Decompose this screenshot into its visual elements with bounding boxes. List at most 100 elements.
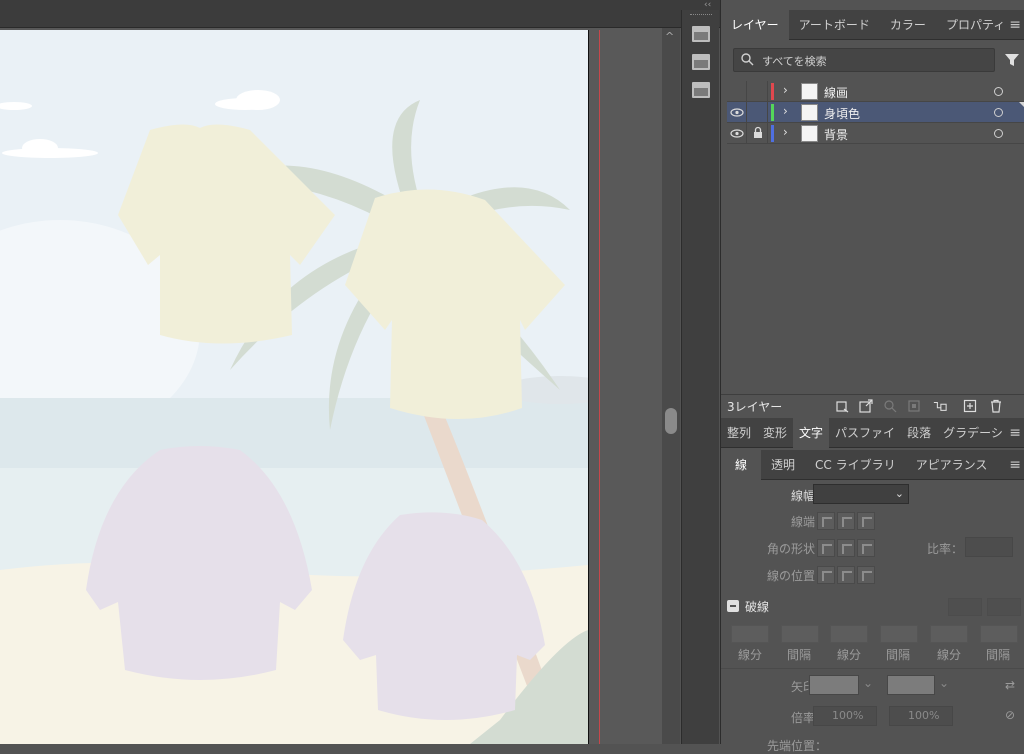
tab-transparency[interactable]: 透明: [761, 450, 805, 480]
tab-color[interactable]: カラー: [880, 10, 936, 40]
dash-label: 線分: [738, 648, 763, 662]
layer-color-swatch: [771, 83, 774, 100]
scroll-up-icon[interactable]: ^: [665, 30, 674, 43]
canvas-area[interactable]: ^: [0, 28, 680, 744]
eye-icon: [730, 129, 744, 138]
clip-mask-icon[interactable]: [907, 399, 921, 413]
align-inside-button[interactable]: [837, 566, 855, 584]
dash-input[interactable]: [830, 625, 868, 643]
limit-input[interactable]: [965, 537, 1013, 557]
target-circle-icon[interactable]: [994, 87, 1003, 96]
dash-align-button[interactable]: [987, 598, 1021, 616]
artboard-edge: [588, 30, 589, 744]
projecting-cap-button[interactable]: [857, 512, 875, 530]
gap-input[interactable]: [980, 625, 1018, 643]
gap-label: 間隔: [787, 648, 812, 662]
visibility-toggle[interactable]: [727, 123, 747, 144]
stroke-weight-input[interactable]: ⌄: [813, 484, 909, 504]
align-center-button[interactable]: [817, 566, 835, 584]
lock-icon: [754, 126, 762, 138]
layers-footer: 3レイヤー: [721, 394, 1024, 416]
dock-panel-icon[interactable]: [692, 82, 710, 98]
collapsed-panel-dock: [681, 10, 719, 744]
layer-row-body-color[interactable]: › 身頃色: [727, 102, 1024, 123]
layer-row-line-art[interactable]: › 線画: [727, 81, 1024, 102]
end-arrow-select[interactable]: [887, 675, 935, 695]
swap-arrows-icon[interactable]: ⇄: [1005, 678, 1015, 692]
dashed-label: 破線: [745, 600, 770, 614]
dash-input[interactable]: [731, 625, 769, 643]
locate-object-icon[interactable]: [883, 399, 897, 413]
layer-name[interactable]: 線画: [824, 84, 848, 101]
chevron-down-icon[interactable]: ⌄: [895, 485, 904, 503]
gap-input[interactable]: [880, 625, 918, 643]
panel-menu-icon[interactable]: ≡: [1009, 10, 1021, 40]
align-label: 線の位置：: [766, 569, 827, 583]
vertical-scrollbar[interactable]: ^: [662, 28, 680, 744]
panel-menu-icon[interactable]: ≡: [1009, 418, 1021, 448]
dock-panel-icon[interactable]: [692, 26, 710, 42]
tab-properties[interactable]: プロパティ: [936, 10, 1015, 40]
butt-cap-button[interactable]: [817, 512, 835, 530]
scrollbar-thumb[interactable]: [665, 408, 677, 434]
stroke-panel-tabs: 線 透明 CC ライブラリ アピアランス ≡: [721, 450, 1024, 480]
new-sublayer-icon[interactable]: [933, 399, 947, 413]
visibility-toggle[interactable]: [727, 81, 747, 102]
collapse-dock-icon[interactable]: ‹‹: [704, 0, 711, 10]
round-join-button[interactable]: [837, 539, 855, 557]
chevron-down-icon[interactable]: ⌄: [863, 676, 873, 690]
dashed-checkbox[interactable]: [727, 600, 739, 612]
expand-chevron-icon[interactable]: ›: [783, 83, 788, 97]
tab-align[interactable]: 整列: [721, 418, 757, 448]
tab-artboards[interactable]: アートボード: [789, 10, 880, 40]
layer-name[interactable]: 身頃色: [824, 105, 860, 122]
visibility-toggle[interactable]: [727, 102, 747, 123]
panel-menu-icon[interactable]: ≡: [1009, 450, 1021, 480]
miter-join-button[interactable]: [817, 539, 835, 557]
dock-panel-icon[interactable]: [692, 54, 710, 70]
end-scale-value: 100%: [908, 709, 940, 722]
dock-grip[interactable]: [690, 14, 712, 17]
dash-label: 線分: [837, 648, 862, 662]
tab-transform[interactable]: 変形: [757, 418, 793, 448]
tab-gradient[interactable]: グラデーシ: [937, 418, 1009, 448]
start-scale-input[interactable]: 100%: [813, 706, 877, 726]
artboard[interactable]: [0, 30, 588, 744]
align-outside-button[interactable]: [857, 566, 875, 584]
target-circle-icon[interactable]: [994, 108, 1003, 117]
expand-chevron-icon[interactable]: ›: [783, 125, 788, 139]
expand-chevron-icon[interactable]: ›: [783, 104, 788, 118]
trash-icon[interactable]: [989, 399, 1003, 413]
link-scale-icon[interactable]: ⊘: [1005, 708, 1015, 722]
filter-icon[interactable]: [1004, 52, 1020, 68]
layer-name[interactable]: 背景: [824, 126, 848, 143]
layer-search-input[interactable]: すべてを検索: [733, 48, 995, 72]
tab-appearance[interactable]: アピアランス: [906, 450, 998, 480]
layer-thumbnail: [801, 125, 818, 142]
round-cap-button[interactable]: [837, 512, 855, 530]
tab-character[interactable]: 文字: [793, 418, 830, 448]
tab-cc-libraries[interactable]: CC ライブラリ: [805, 450, 906, 480]
target-circle-icon[interactable]: [994, 129, 1003, 138]
chevron-down-icon[interactable]: ⌄: [939, 676, 949, 690]
lock-toggle[interactable]: [748, 123, 768, 144]
end-scale-input[interactable]: 100%: [889, 706, 953, 726]
tab-paragraph[interactable]: 段落: [901, 418, 937, 448]
gap-input[interactable]: [781, 625, 819, 643]
layers-panel-tabs: レイヤー アートボード カラー プロパティ ≡: [721, 10, 1024, 40]
new-layer-icon[interactable]: [963, 399, 977, 413]
corner-label: 角の形状：: [766, 542, 827, 556]
start-arrow-select[interactable]: [809, 675, 859, 695]
tab-stroke[interactable]: 線: [721, 450, 762, 480]
tab-pathfinder[interactable]: パスファイ: [829, 418, 901, 448]
artboard-collect-icon[interactable]: [835, 399, 849, 413]
lock-toggle[interactable]: [748, 102, 768, 123]
bevel-join-button[interactable]: [857, 539, 875, 557]
dash-input[interactable]: [930, 625, 968, 643]
lock-toggle[interactable]: [748, 81, 768, 102]
tab-layers[interactable]: レイヤー: [721, 10, 789, 40]
export-icon[interactable]: [859, 399, 873, 413]
layer-row-background[interactable]: › 背景: [727, 123, 1024, 144]
dash-preserve-button[interactable]: [948, 598, 982, 616]
artwork-illustration: [0, 30, 588, 744]
